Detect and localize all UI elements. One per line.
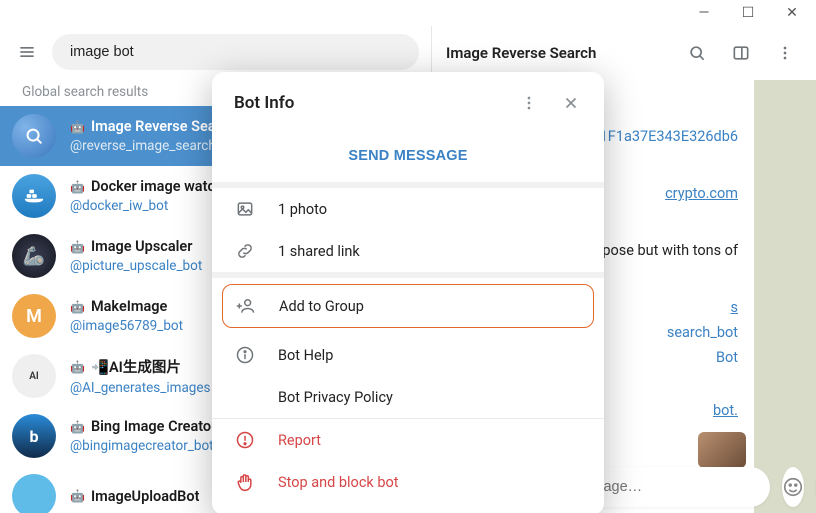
- search-input[interactable]: [52, 34, 419, 70]
- message-link[interactable]: bot.: [713, 402, 738, 419]
- kebab-menu-icon[interactable]: [768, 36, 802, 70]
- add-to-group-label: Add to Group: [279, 298, 364, 315]
- shared-links-label: 1 shared link: [278, 243, 360, 260]
- shared-photos-label: 1 photo: [278, 201, 327, 218]
- message-thumbnail[interactable]: [698, 432, 746, 468]
- link-icon: [234, 240, 256, 262]
- shared-links-row[interactable]: 1 shared link: [212, 230, 604, 272]
- avatar: 🦾: [12, 234, 56, 278]
- conversation-title: Image Reverse Search: [446, 44, 670, 62]
- chat-title: Bing Image Creator: [91, 418, 216, 435]
- kebab-menu-icon[interactable]: [512, 86, 546, 120]
- chat-title: ImageUploadBot: [91, 488, 200, 505]
- chat-handle: @AI_generates_images: [70, 380, 211, 396]
- modal-title: Bot Info: [228, 93, 504, 113]
- bot-privacy-label: Bot Privacy Policy: [278, 389, 393, 406]
- photo-icon: [234, 198, 256, 220]
- message-text: search_bot: [667, 324, 738, 341]
- close-icon[interactable]: [554, 86, 588, 120]
- avatar: [12, 174, 56, 218]
- avatar: AI: [12, 354, 56, 398]
- add-user-icon: [235, 295, 257, 317]
- chat-title: MakeImage: [91, 298, 167, 315]
- bot-badge-icon: 🤖: [70, 120, 85, 134]
- report-label: Report: [278, 432, 321, 449]
- bot-privacy-row[interactable]: . Bot Privacy Policy: [212, 376, 604, 418]
- search-icon[interactable]: [680, 36, 714, 70]
- bot-badge-icon: 🤖: [70, 300, 85, 314]
- bot-help-row[interactable]: Bot Help: [212, 334, 604, 376]
- bot-info-modal: Bot Info SEND MESSAGE 1 photo 1 shared l…: [212, 72, 604, 513]
- chat-handle: @picture_upscale_bot: [70, 258, 202, 274]
- emoji-icon[interactable]: [782, 467, 804, 507]
- add-to-group-row[interactable]: Add to Group: [222, 284, 594, 328]
- chat-handle: @bingimagecreator_bot: [70, 438, 216, 454]
- bot-badge-icon: 🤖: [70, 180, 85, 194]
- bot-badge-icon: 🤖: [70, 360, 85, 374]
- bot-badge-icon: 🤖: [70, 489, 85, 503]
- side-panel-icon[interactable]: [724, 36, 758, 70]
- stop-block-row[interactable]: Stop and block bot: [212, 461, 604, 503]
- message-link[interactable]: s: [731, 299, 738, 316]
- message-text: 1F1a37E343E326db6: [600, 128, 738, 145]
- bot-badge-icon: 🤖: [70, 240, 85, 254]
- chat-title: 📲AI生成图片: [91, 356, 181, 377]
- report-row[interactable]: Report: [212, 419, 604, 461]
- window-minimize-icon[interactable]: —: [694, 3, 714, 23]
- avatar: b: [12, 414, 56, 458]
- avatar: [12, 474, 56, 513]
- avatar: [12, 114, 56, 158]
- window-close-icon[interactable]: ✕: [782, 3, 802, 23]
- message-link[interactable]: crypto.com: [665, 185, 738, 202]
- hamburger-icon[interactable]: [12, 37, 42, 67]
- alert-icon: [234, 429, 256, 451]
- avatar: M: [12, 294, 56, 338]
- window-titlebar: — ☐ ✕: [0, 0, 816, 26]
- bot-badge-icon: 🤖: [70, 420, 85, 434]
- send-message-button[interactable]: SEND MESSAGE: [348, 134, 467, 182]
- shared-photos-row[interactable]: 1 photo: [212, 188, 604, 230]
- stop-block-label: Stop and block bot: [278, 474, 399, 491]
- info-icon: [234, 344, 256, 366]
- hand-icon: [234, 471, 256, 493]
- window-maximize-icon[interactable]: ☐: [738, 3, 758, 23]
- message-text: Bot: [716, 349, 738, 366]
- chat-handle: @image56789_bot: [70, 318, 183, 334]
- chat-title: Image Upscaler: [91, 238, 192, 255]
- bot-help-label: Bot Help: [278, 347, 333, 364]
